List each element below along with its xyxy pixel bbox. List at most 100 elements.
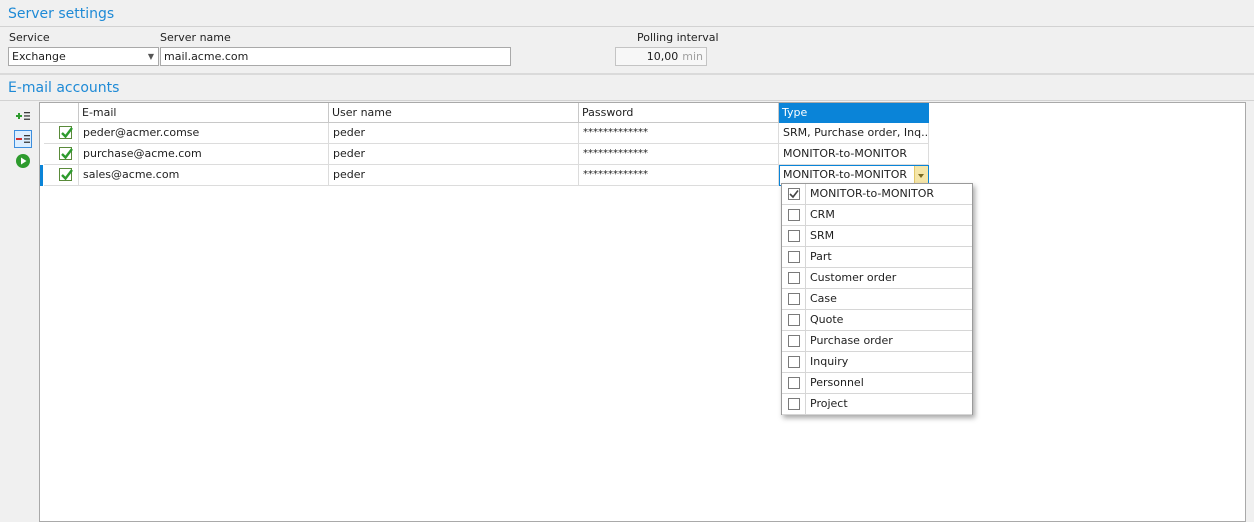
type-option-checkbox-cell — [782, 205, 806, 226]
type-option-label: Inquiry — [810, 355, 849, 368]
polling-interval-value: 10,00 — [646, 50, 679, 63]
focused-row-indicator — [40, 165, 43, 186]
divider — [0, 73, 1254, 75]
add-row-button[interactable] — [14, 107, 32, 125]
divider — [0, 26, 1254, 27]
type-option-checkbox[interactable] — [788, 356, 800, 368]
password-cell[interactable]: ************* — [579, 144, 779, 165]
enabled-cell[interactable] — [44, 144, 79, 165]
type-option[interactable]: SRM — [782, 226, 972, 247]
table-row[interactable]: purchase@acme.com peder ************* MO… — [40, 144, 929, 165]
type-option[interactable]: Case — [782, 289, 972, 310]
type-option-label: CRM — [810, 208, 835, 221]
type-option-checkbox[interactable] — [788, 293, 800, 305]
type-option[interactable]: Quote — [782, 310, 972, 331]
type-option-checkbox-cell — [782, 289, 806, 310]
type-option-checkbox-cell — [782, 352, 806, 373]
type-cell[interactable]: SRM, Purchase order, Inq... — [779, 123, 929, 144]
type-option-label: Customer order — [810, 271, 897, 284]
type-option[interactable]: CRM — [782, 205, 972, 226]
type-option[interactable]: MONITOR-to-MONITOR — [782, 184, 972, 205]
type-option-checkbox-cell — [782, 226, 806, 247]
header-type[interactable]: Type — [779, 103, 929, 123]
remove-row-button[interactable] — [14, 130, 32, 148]
user-cell[interactable]: peder — [329, 165, 579, 186]
add-row-icon — [16, 112, 30, 120]
type-option-checkbox-cell — [782, 184, 806, 205]
email-accounts-grid: E-mail User name Password Type peder@acm… — [39, 102, 1246, 522]
chevron-down-icon[interactable]: ▼ — [145, 48, 157, 65]
run-button[interactable] — [14, 152, 32, 170]
table-row[interactable]: peder@acmer.comse peder ************* SR… — [40, 123, 929, 144]
type-option-checkbox[interactable] — [788, 377, 800, 389]
check-icon — [61, 127, 73, 139]
type-option-label: MONITOR-to-MONITOR — [810, 187, 935, 200]
email-accounts-title: E-mail accounts — [8, 80, 120, 96]
grid-toolbar — [8, 103, 38, 513]
password-cell[interactable]: ************* — [579, 165, 779, 186]
type-cell[interactable]: MONITOR-to-MONITOR — [779, 144, 929, 165]
remove-row-icon — [16, 135, 30, 143]
service-label: Service — [9, 31, 50, 44]
header-password[interactable]: Password — [579, 103, 779, 123]
type-option-checkbox-cell — [782, 373, 806, 394]
email-cell[interactable]: peder@acmer.comse — [79, 123, 329, 144]
type-dropdown-list: MONITOR-to-MONITOR CRM SRM Part Customer ord… — [781, 183, 973, 415]
play-icon — [16, 154, 30, 168]
service-value: Exchange — [12, 50, 66, 63]
check-icon — [61, 148, 73, 160]
type-option-label: Project — [810, 397, 848, 410]
type-option-checkbox[interactable] — [788, 335, 800, 347]
user-cell[interactable]: peder — [329, 123, 579, 144]
type-option-checkbox[interactable] — [788, 188, 800, 200]
header-user-name[interactable]: User name — [329, 103, 579, 123]
email-cell[interactable]: sales@acme.com — [79, 165, 329, 186]
polling-interval-unit: min — [682, 50, 703, 63]
type-option-checkbox-cell — [782, 310, 806, 331]
password-cell[interactable]: ************* — [579, 123, 779, 144]
server-name-input[interactable]: mail.acme.com — [160, 47, 511, 66]
type-option[interactable]: Project — [782, 394, 972, 415]
type-option-checkbox[interactable] — [788, 314, 800, 326]
enabled-checkbox[interactable] — [59, 168, 73, 181]
divider — [0, 100, 1254, 101]
type-option[interactable]: Inquiry — [782, 352, 972, 373]
email-cell[interactable]: purchase@acme.com — [79, 144, 329, 165]
type-option-checkbox-cell — [782, 247, 806, 268]
type-option-checkbox-cell — [782, 394, 806, 415]
type-option-label: Part — [810, 250, 832, 263]
enabled-cell[interactable] — [44, 123, 79, 144]
type-option-checkbox[interactable] — [788, 398, 800, 410]
type-option-label: SRM — [810, 229, 835, 242]
type-option-label: Purchase order — [810, 334, 893, 347]
server-settings-title: Server settings — [8, 6, 115, 22]
enabled-checkbox[interactable] — [59, 147, 73, 160]
check-icon — [61, 169, 73, 181]
check-icon — [789, 190, 799, 199]
type-option-label: Quote — [810, 313, 844, 326]
type-option-checkbox[interactable] — [788, 209, 800, 221]
enabled-checkbox[interactable] — [59, 126, 73, 139]
user-cell[interactable]: peder — [329, 144, 579, 165]
server-name-label: Server name — [160, 31, 231, 44]
type-option[interactable]: Customer order — [782, 268, 972, 289]
type-option-checkbox-cell — [782, 268, 806, 289]
type-option-checkbox[interactable] — [788, 230, 800, 242]
type-option[interactable]: Purchase order — [782, 331, 972, 352]
type-option[interactable]: Part — [782, 247, 972, 268]
service-select[interactable]: Exchange ▼ — [8, 47, 159, 66]
enabled-cell[interactable] — [44, 165, 79, 186]
type-option-checkbox[interactable] — [788, 251, 800, 263]
grid-header: E-mail User name Password Type — [40, 103, 1245, 123]
polling-interval-label: Polling interval — [637, 31, 719, 44]
type-editor-value: MONITOR-to-MONITOR — [783, 168, 908, 181]
chevron-down-icon — [918, 174, 924, 178]
type-option-checkbox-cell — [782, 331, 806, 352]
type-option-label: Personnel — [810, 376, 864, 389]
polling-interval-input[interactable]: 10,00 min — [615, 47, 707, 66]
type-option[interactable]: Personnel — [782, 373, 972, 394]
header-enabled[interactable] — [44, 103, 79, 123]
header-email[interactable]: E-mail — [79, 103, 329, 123]
type-option-checkbox[interactable] — [788, 272, 800, 284]
type-option-label: Case — [810, 292, 837, 305]
